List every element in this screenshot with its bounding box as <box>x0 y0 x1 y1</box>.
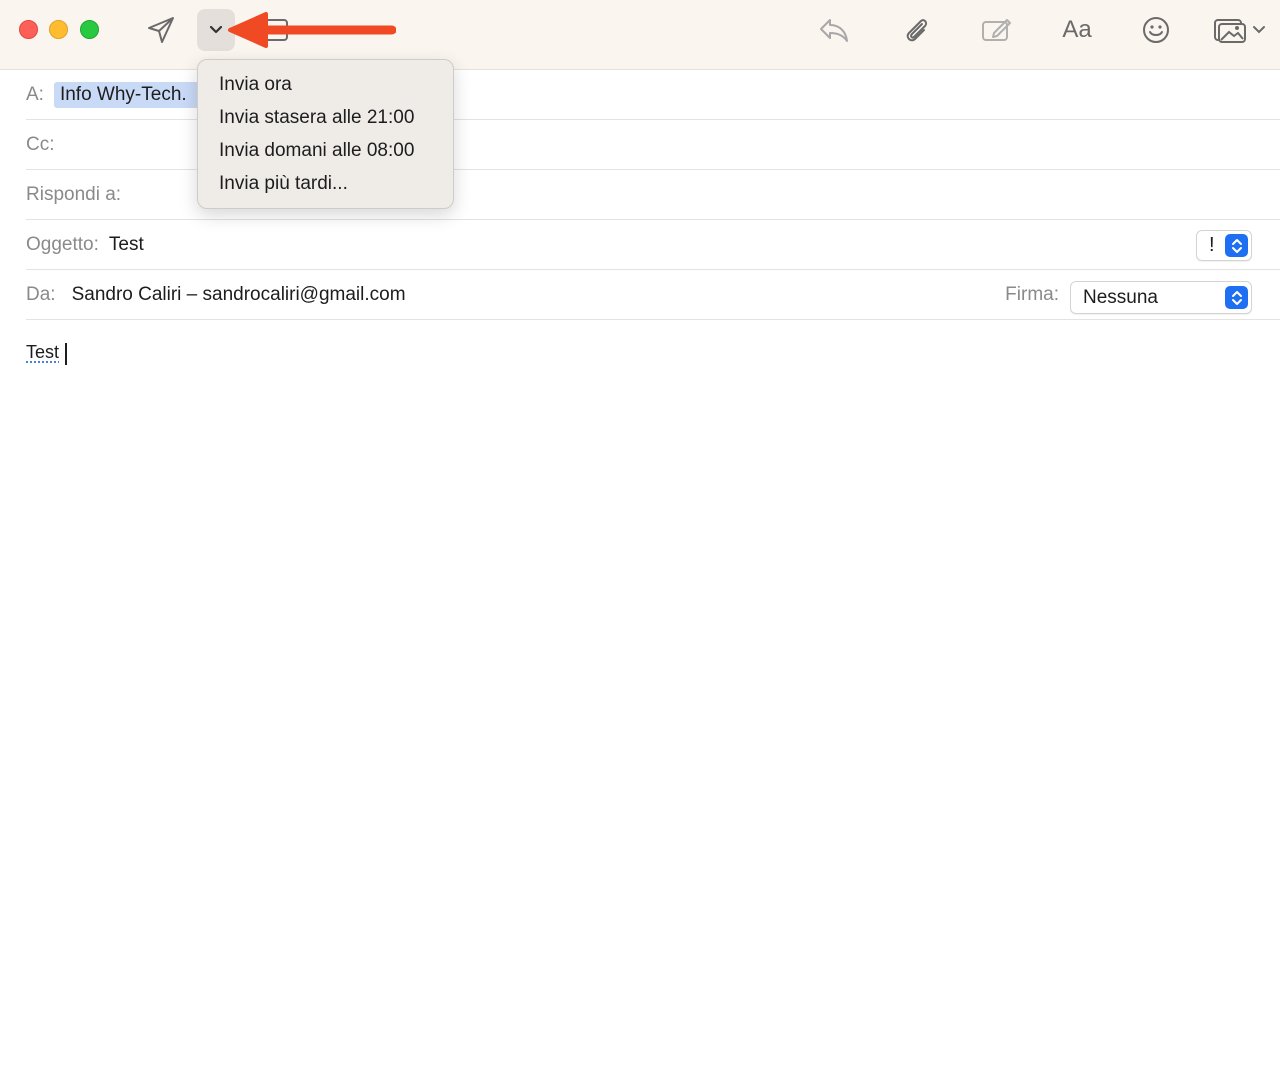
minimize-window-button[interactable] <box>49 20 68 39</box>
markup-button[interactable] <box>974 12 1018 48</box>
paper-plane-icon <box>148 17 174 43</box>
chevron-down-icon <box>1253 26 1265 34</box>
stepper-icon <box>1225 234 1248 257</box>
signature-value: Nessuna <box>1083 287 1158 308</box>
from-account[interactable]: Sandro Caliri – sandrocaliri@gmail.com <box>72 284 406 306</box>
from-label: Da: <box>26 283 56 305</box>
chevron-down-icon <box>209 25 223 34</box>
subject-row: Oggetto: Test ! <box>26 220 1280 270</box>
signature-label: Firma: <box>1005 283 1059 305</box>
smiley-icon <box>1143 17 1169 43</box>
subject-label: Oggetto: <box>26 233 99 255</box>
signature-select[interactable]: Nessuna <box>1070 281 1252 314</box>
text-caret <box>65 343 67 365</box>
cc-label: Cc: <box>26 133 55 155</box>
mail-compose-window: Aa A: Info Why-Tech. Cc: Rispondi a: Ogg… <box>0 0 1280 1080</box>
annotation-arrow-icon <box>228 12 396 48</box>
attach-button[interactable] <box>894 12 938 48</box>
menu-item-send-tonight[interactable]: Invia stasera alle 21:00 <box>198 101 453 134</box>
photo-browser-button[interactable] <box>1208 12 1270 48</box>
menu-item-send-later[interactable]: Invia più tardi... <box>198 167 453 200</box>
priority-select[interactable]: ! <box>1196 230 1252 261</box>
reply-to-label: Rispondi a: <box>26 183 122 205</box>
priority-value: ! <box>1209 234 1215 256</box>
emoji-button[interactable] <box>1134 12 1178 48</box>
menu-item-send-now[interactable]: Invia ora <box>198 68 453 101</box>
menu-item-send-tomorrow[interactable]: Invia domani alle 08:00 <box>198 134 453 167</box>
subject-field[interactable]: Test <box>109 234 144 256</box>
close-window-button[interactable] <box>19 20 38 39</box>
reply-arrow-icon <box>820 19 848 42</box>
to-label: A: <box>26 83 44 105</box>
recipient-token[interactable]: Info Why-Tech. <box>53 81 204 108</box>
reply-button[interactable] <box>812 12 856 48</box>
maximize-window-button[interactable] <box>80 20 99 39</box>
from-row: Da: Sandro Caliri – sandrocaliri@gmail.c… <box>26 270 1280 320</box>
stepper-icon <box>1225 286 1248 309</box>
send-options-menu: Invia ora Invia stasera alle 21:00 Invia… <box>197 59 454 209</box>
format-button[interactable]: Aa <box>1054 12 1100 48</box>
toolbar: Aa <box>0 0 1280 70</box>
paperclip-icon <box>906 19 928 42</box>
message-body[interactable]: Test <box>26 342 59 363</box>
photo-icon <box>1214 19 1246 43</box>
send-button[interactable] <box>140 12 182 48</box>
markup-icon <box>982 19 1011 41</box>
